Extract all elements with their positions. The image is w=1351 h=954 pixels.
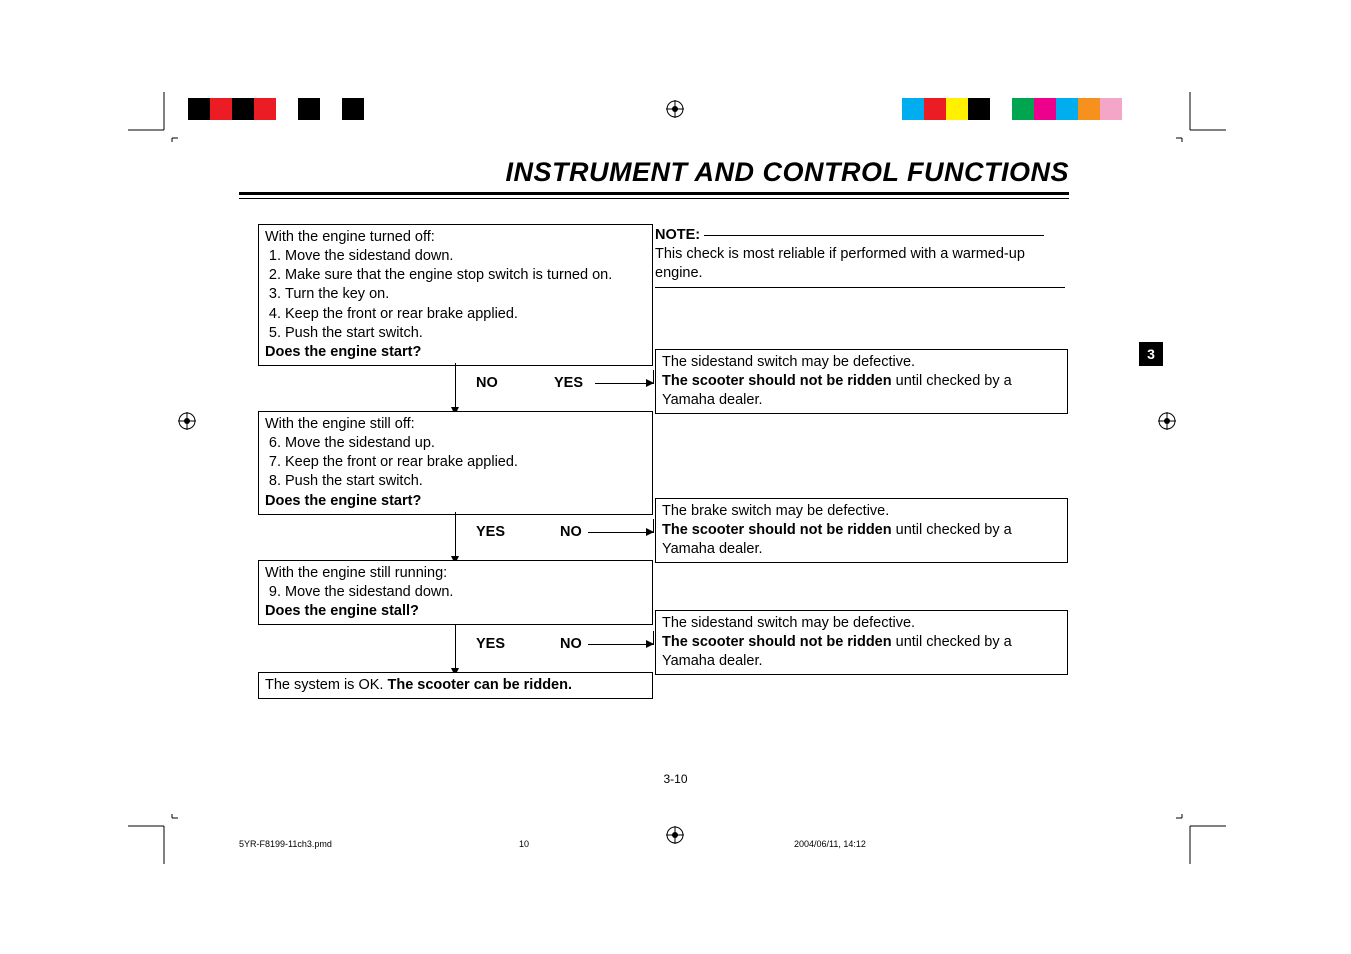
list-item: Push the start switch. <box>285 472 646 491</box>
crop-mark-icon <box>1176 814 1226 864</box>
step3-intro: With the engine still running: <box>265 564 646 583</box>
step3-no: NO <box>560 636 582 652</box>
result-ok-prefix: The system is OK. <box>265 677 387 693</box>
step1-box: With the engine turned off: Move the sid… <box>258 224 653 366</box>
step2-yes: YES <box>476 524 505 540</box>
list-item: Turn the key on. <box>285 285 646 304</box>
result3-line1: The sidestand switch may be defective. <box>662 614 1061 633</box>
note-text: This check is most reliable if performed… <box>655 245 1075 283</box>
registration-mark-icon <box>1158 412 1176 430</box>
list-item: Keep the front or rear brake applied. <box>285 305 646 324</box>
result-ok-box: The system is OK. The scooter can be rid… <box>258 672 653 699</box>
connector <box>588 644 654 645</box>
list-item: Move the sidestand up. <box>285 434 646 453</box>
color-bar-left <box>188 98 408 120</box>
crop-mark-icon <box>128 814 178 864</box>
crop-mark-icon <box>1176 92 1226 142</box>
step1-list: Move the sidestand down.Make sure that t… <box>285 247 646 343</box>
list-item: Make sure that the engine stop switch is… <box>285 266 646 285</box>
result2-line1: The brake switch may be defective. <box>662 502 1061 521</box>
result3-box: The sidestand switch may be defective. T… <box>655 610 1068 675</box>
footer-file: 5YR-F8199-11ch3.pmd <box>239 839 332 849</box>
step2-intro: With the engine still off: <box>265 415 646 434</box>
page-title: INSTRUMENT AND CONTROL FUNCTIONS <box>506 157 1069 188</box>
arrow-right-icon <box>646 379 654 387</box>
note-rule <box>655 287 1065 288</box>
chapter-tab: 3 <box>1139 342 1163 366</box>
result3-bold: The scooter should not be ridden <box>662 634 896 650</box>
registration-mark-icon <box>178 412 196 430</box>
step3-box: With the engine still running: Move the … <box>258 560 653 625</box>
step1-intro: With the engine turned off: <box>265 228 646 247</box>
step3-list: Move the sidestand down. <box>285 583 646 602</box>
page-number: 3-10 <box>663 772 687 786</box>
result2-bold: The scooter should not be ridden <box>662 522 896 538</box>
title-rule <box>239 192 1069 195</box>
list-item: Move the sidestand down. <box>285 247 646 266</box>
connector <box>588 532 654 533</box>
note-rule <box>704 235 1044 236</box>
arrow-right-icon <box>646 640 654 648</box>
crop-mark-icon <box>128 92 178 142</box>
result2-box: The brake switch may be defective. The s… <box>655 498 1068 563</box>
list-item: Keep the front or rear brake applied. <box>285 453 646 472</box>
step2-box: With the engine still off: Move the side… <box>258 411 653 515</box>
connector <box>455 624 456 672</box>
footer-date: 2004/06/11, 14:12 <box>794 839 866 849</box>
step2-question: Does the engine start? <box>265 493 421 509</box>
result1-box: The sidestand switch may be defective. T… <box>655 349 1068 414</box>
connector <box>455 512 456 560</box>
step2-no: NO <box>560 524 582 540</box>
connector <box>455 363 456 411</box>
list-item: Push the start switch. <box>285 324 646 343</box>
footer-page: 10 <box>519 839 529 849</box>
step1-question: Does the engine start? <box>265 344 421 360</box>
step3-question: Does the engine stall? <box>265 603 419 619</box>
step1-yes: YES <box>554 375 583 391</box>
color-bar-right <box>902 98 1166 120</box>
title-rule <box>239 198 1069 199</box>
result1-bold: The scooter should not be ridden <box>662 373 896 389</box>
arrow-right-icon <box>646 528 654 536</box>
note-block: NOTE: This check is most reliable if per… <box>655 226 1075 288</box>
step2-list: Move the sidestand up.Keep the front or … <box>285 434 646 491</box>
result1-line1: The sidestand switch may be defective. <box>662 353 1061 372</box>
result-ok-bold: The scooter can be ridden. <box>387 677 572 693</box>
registration-mark-icon <box>666 100 684 118</box>
step3-yes: YES <box>476 636 505 652</box>
footer: 5YR-F8199-11ch3.pmd 10 2004/06/11, 14:12 <box>239 835 1069 836</box>
list-item: Move the sidestand down. <box>285 583 646 602</box>
note-label: NOTE: <box>655 226 700 245</box>
step1-no: NO <box>476 375 498 391</box>
